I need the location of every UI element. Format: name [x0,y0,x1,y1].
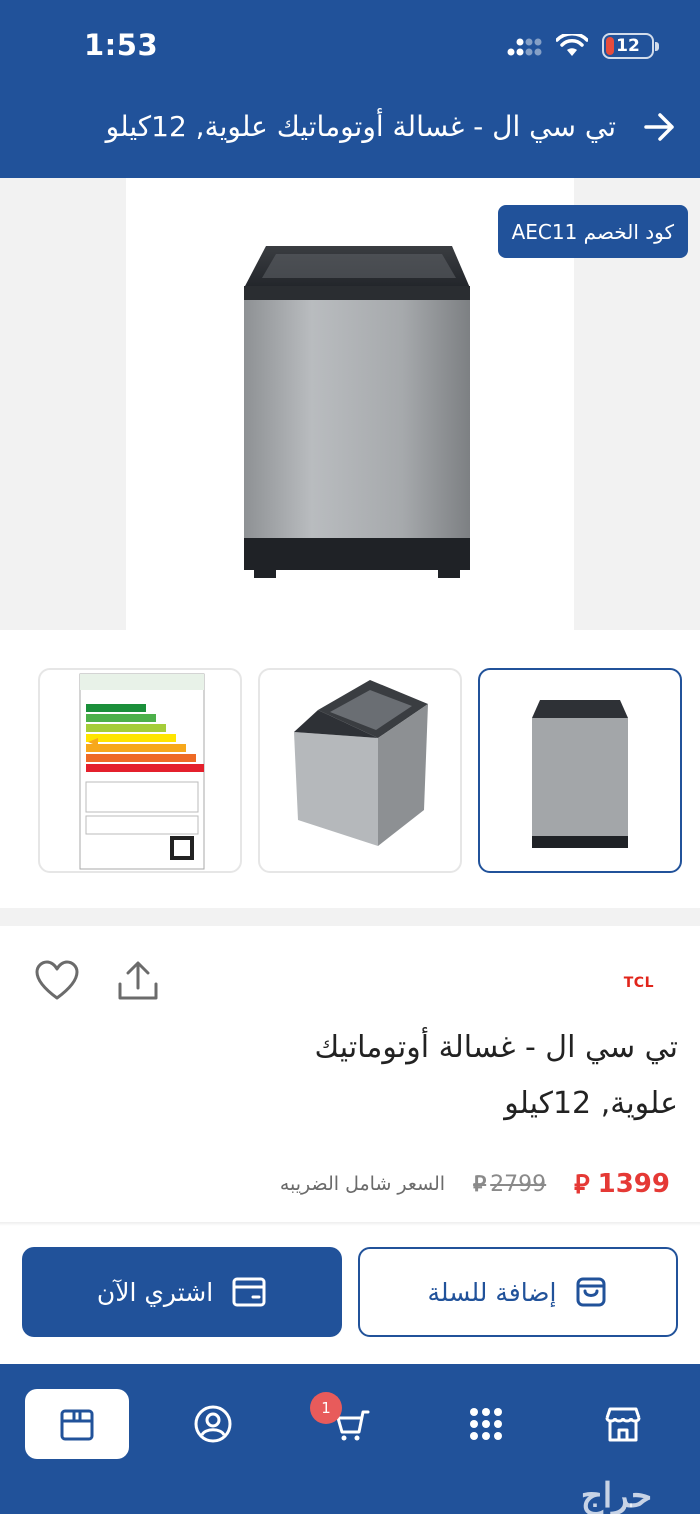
user-icon [194,1405,232,1443]
thumbnail-strip [0,630,700,910]
product-image-area: كود الخصم AEC11 [0,178,700,630]
haraj-watermark: حراج [580,1476,652,1514]
nav-categories[interactable] [434,1389,538,1459]
heart-icon[interactable] [34,958,80,1004]
wifi-icon [556,34,588,56]
product-page: 1:53 12 تي سي ال - غسالة أوتوماتيك علوية… [0,0,700,1514]
back-arrow-icon[interactable] [642,110,676,144]
old-price: 2799 ⃁ [473,1170,546,1198]
status-icons: 12 [506,33,659,59]
brand-label[interactable]: TCL [624,975,654,991]
current-price-value: 1399 [597,1169,670,1199]
bottom-nav: 1 حراج [0,1364,700,1514]
buy-now-button[interactable]: اشتري الآن [22,1247,342,1337]
box-icon [60,1409,94,1441]
nav-account[interactable] [161,1389,265,1459]
thumbnail-1[interactable] [478,668,682,873]
card-icon [232,1277,266,1307]
signal-icon [507,38,542,56]
page-title: تي سي ال - غسالة أوتوماتيك علوية, 12كيلو [105,110,616,143]
battery-indicator: 12 [602,33,659,59]
battery-level: 12 [616,36,640,56]
section-divider [0,908,700,926]
currency-icon: ⃁ [574,1169,590,1200]
app-header: 1:53 12 تي سي ال - غسالة أوتوماتيك علوية… [0,0,700,178]
thumbnail-3-energy-label[interactable] [38,668,242,873]
coupon-badge: كود الخصم AEC11 [497,205,688,258]
store-icon [605,1407,641,1442]
add-to-cart-label: إضافة للسلة [427,1277,557,1307]
add-to-cart-button[interactable]: إضافة للسلة [358,1247,678,1337]
current-price: 1399 ⃁ [574,1168,670,1201]
currency-icon: ⃁ [473,1172,487,1197]
buy-now-label: اشتري الآن [96,1277,214,1307]
share-icon[interactable] [114,958,162,1006]
cart-bag-icon [576,1277,606,1307]
nav-store[interactable] [571,1389,675,1459]
footer-shadow [0,1222,700,1226]
status-time: 1:53 [84,28,159,62]
old-price-value: 2799 [490,1171,547,1197]
grid-icon [470,1408,502,1440]
tax-note: السعر شامل الضريبه [279,1173,446,1195]
nav-orders[interactable] [25,1389,129,1459]
product-title: تي سي ال - غسالة أوتوماتيك علوية, 12كيلو [314,1030,678,1121]
price-row: 1399 ⃁ 2799 ⃁ السعر شامل الضريبه [280,1164,670,1204]
cart-count-badge: 1 [310,1392,342,1424]
thumbnail-2[interactable] [258,668,462,873]
